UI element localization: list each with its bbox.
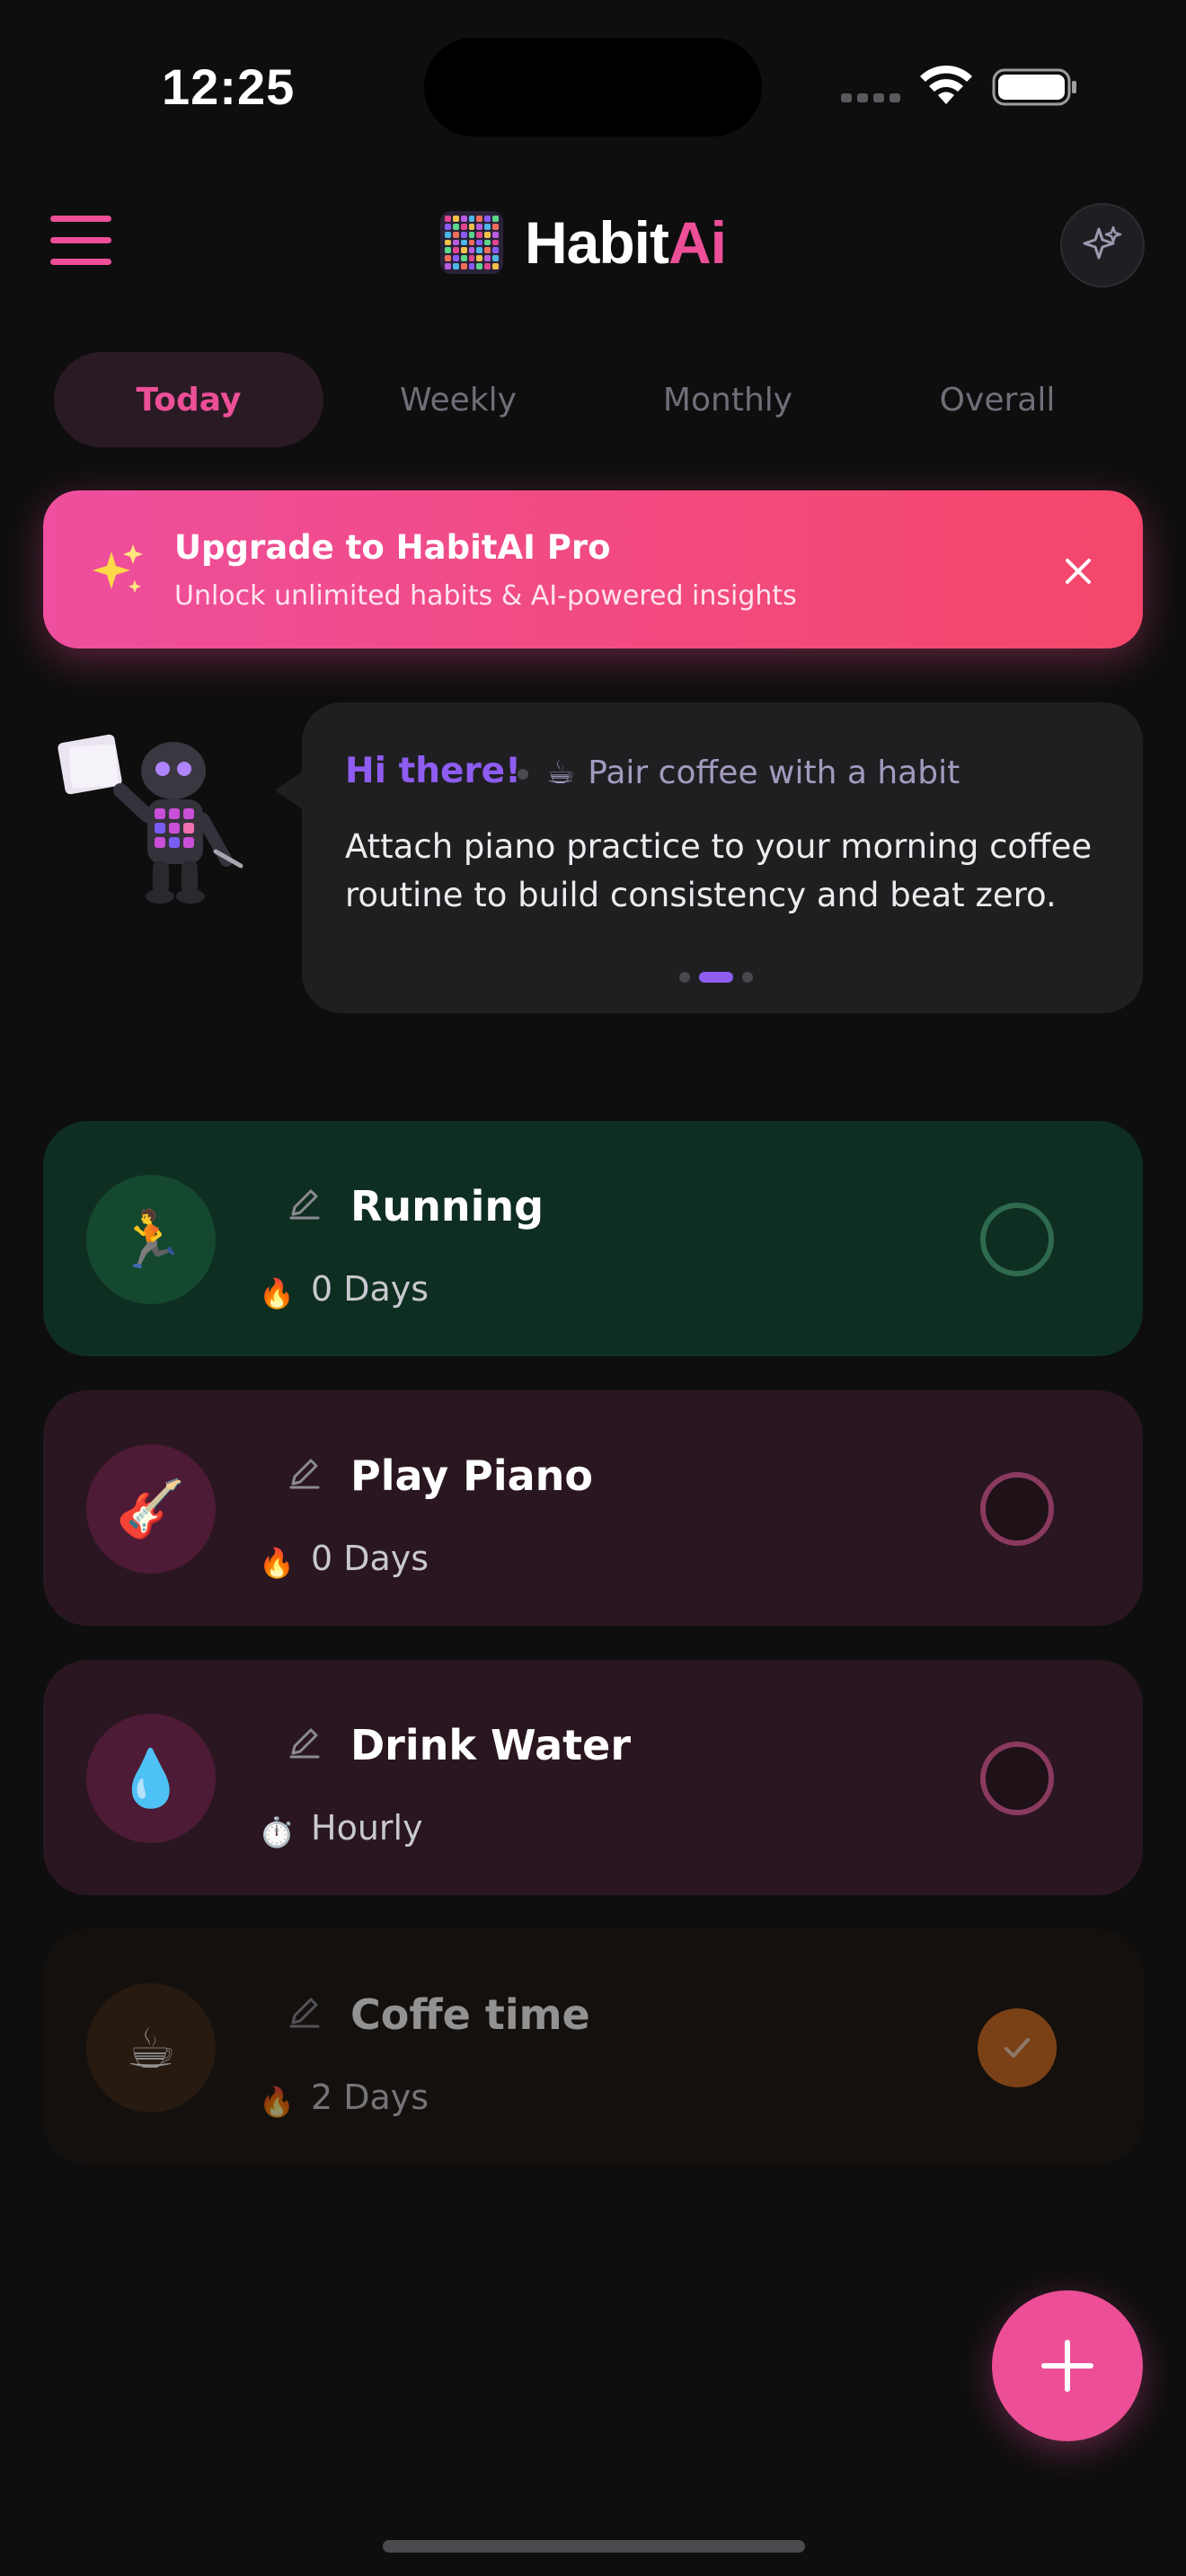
robot-assistant-avatar (58, 734, 243, 904)
tip-topic: ☕ Pair coffee with a habit (546, 754, 960, 791)
habit-name: Coffe time (350, 1990, 590, 2039)
hamburger-menu-icon[interactable] (50, 216, 111, 266)
tab-monthly[interactable]: Monthly (593, 352, 863, 447)
status-time: 12:25 (162, 58, 296, 115)
running-icon: 🏃 (86, 1175, 216, 1304)
upgrade-subtitle: Unlock unlimited habits & AI-powered ins… (174, 580, 797, 612)
streak-flame-icon: 🔥 (259, 2085, 295, 2119)
water-drop-icon: 💧 (86, 1714, 216, 1843)
tip-pager[interactable] (679, 972, 753, 983)
tab-weekly[interactable]: Weekly (323, 352, 593, 447)
habit-streak: 0 Days (311, 1539, 429, 1578)
habit-card-drink-water[interactable]: 💧 Drink Water ⏱️ Hourly (43, 1660, 1143, 1895)
streak-flame-icon: 🔥 (259, 1546, 295, 1580)
app-screen: 12:25 HabitAi Today Weekly Monthly Overa… (0, 0, 1186, 2576)
progress-ring-icon[interactable] (978, 1469, 1057, 1548)
pager-dot[interactable] (679, 972, 690, 983)
tip-topic-label: Pair coffee with a habit (588, 754, 960, 791)
tip-card-tail (275, 771, 304, 810)
tab-overall[interactable]: Overall (863, 352, 1132, 447)
logo-grid-icon (440, 211, 503, 274)
habit-card-play-piano[interactable]: 🎸 Play Piano 🔥 0 Days (43, 1390, 1143, 1626)
habit-card-running[interactable]: 🏃 Running 🔥 0 Days (43, 1121, 1143, 1356)
sparkles-emoji-icon (93, 544, 143, 593)
pager-dot[interactable] (742, 972, 753, 983)
edit-pencil-icon[interactable] (286, 1992, 323, 2030)
habit-card-coffe-time[interactable]: ☕ Coffe time 🔥 2 Days (43, 1929, 1143, 2165)
cellular-signal-icon (841, 93, 900, 102)
app-title: HabitAi (525, 209, 727, 276)
guitar-icon: 🎸 (86, 1444, 216, 1574)
edit-pencil-icon[interactable] (286, 1723, 323, 1760)
progress-ring-icon[interactable] (978, 1739, 1057, 1818)
pager-dot-active[interactable] (699, 972, 733, 983)
app-logo: HabitAi (440, 208, 727, 277)
separator-dot (518, 769, 528, 780)
plus-icon (1041, 2340, 1093, 2392)
habit-name: Running (350, 1182, 544, 1231)
streak-flame-icon: 🔥 (259, 1276, 295, 1310)
progress-ring-icon[interactable] (978, 1200, 1057, 1279)
upgrade-title: Upgrade to HabitAI Pro (174, 528, 611, 567)
battery-icon (992, 68, 1076, 106)
ai-sparkle-button[interactable] (1060, 203, 1145, 287)
tab-today[interactable]: Today (54, 352, 323, 447)
upgrade-banner[interactable]: Upgrade to HabitAI Pro Unlock unlimited … (43, 490, 1143, 648)
completed-check-button[interactable] (978, 2008, 1057, 2087)
habit-name: Play Piano (350, 1451, 593, 1500)
sparkles-icon (1083, 225, 1122, 260)
checkmark-icon (1005, 2038, 1030, 2058)
tip-body: Attach piano practice to your morning co… (345, 827, 1093, 914)
coffee-cup-icon: ☕ (86, 1983, 216, 2113)
close-icon[interactable] (1051, 544, 1105, 598)
assistant-tip-card[interactable]: Hi there! ☕ Pair coffee with a habit Att… (302, 702, 1143, 1013)
wifi-icon (920, 65, 972, 104)
period-tabs: Today Weekly Monthly Overall (54, 352, 1132, 447)
habit-streak: 2 Days (311, 2078, 429, 2117)
tip-greeting: Hi there! (345, 751, 521, 791)
edit-pencil-icon[interactable] (286, 1184, 323, 1222)
add-habit-button[interactable] (992, 2290, 1143, 2441)
coffee-icon: ☕ (546, 754, 576, 791)
habit-streak: 0 Days (311, 1269, 429, 1309)
dynamic-island (424, 38, 762, 137)
home-indicator[interactable] (383, 2540, 805, 2553)
habit-name: Drink Water (350, 1721, 632, 1769)
stopwatch-icon: ⏱️ (259, 1815, 295, 1849)
edit-pencil-icon[interactable] (286, 1453, 323, 1491)
habit-frequency: Hourly (311, 1808, 423, 1848)
